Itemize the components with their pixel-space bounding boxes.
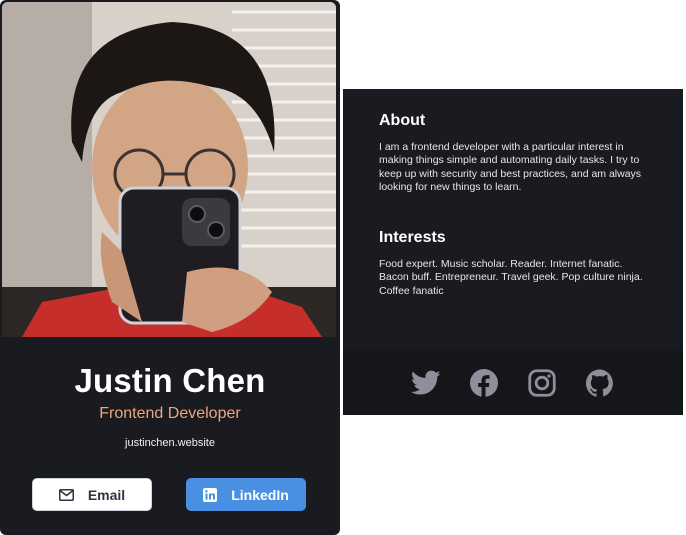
about-card: About I am a frontend developer with a p… [343, 89, 683, 415]
profile-photo [2, 2, 336, 337]
instagram-icon[interactable] [527, 368, 557, 398]
email-button-label: Email [87, 486, 126, 503]
linkedin-button-label: LinkedIn [231, 486, 289, 503]
about-text: I am a frontend developer with a particu… [379, 141, 642, 194]
linkedin-button[interactable]: LinkedIn [186, 478, 306, 511]
website-link[interactable]: justinchen.website [0, 437, 340, 449]
github-icon[interactable] [585, 368, 615, 398]
twitter-icon[interactable] [411, 368, 441, 398]
profile-name: Justin Chen [74, 362, 266, 399]
email-button[interactable]: Email [32, 478, 152, 511]
facebook-icon[interactable] [469, 368, 499, 398]
envelope-icon [58, 488, 74, 501]
interests-heading: Interests [379, 229, 446, 246]
profile-role: Frontend Developer [99, 405, 241, 422]
linkedin-icon [203, 487, 218, 502]
social-footer [343, 351, 683, 415]
about-heading: About [379, 112, 426, 129]
interests-text: Food expert. Music scholar. Reader. Inte… [379, 258, 643, 297]
profile-card: Justin Chen Frontend Developer justinche… [0, 0, 340, 535]
